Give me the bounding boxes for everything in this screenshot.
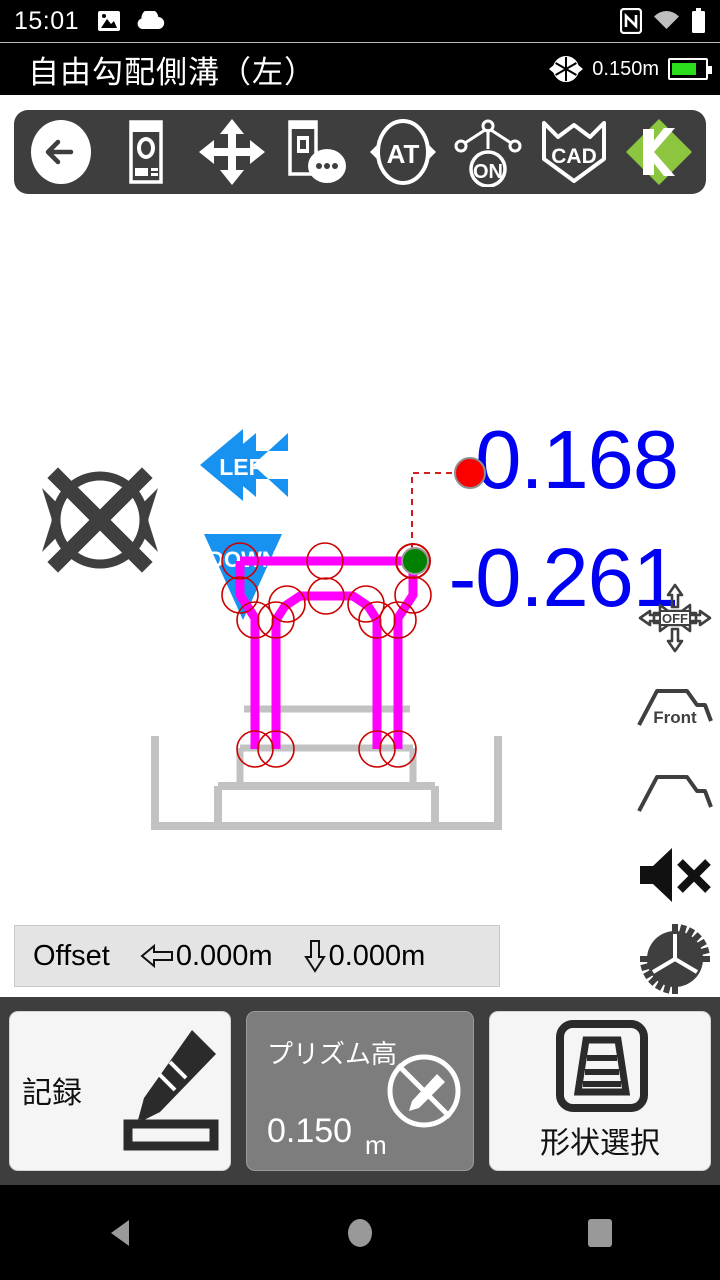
- nav-back-button[interactable]: [60, 1203, 180, 1263]
- side-tool-rail: OFF Front: [630, 580, 720, 1000]
- section-view-button[interactable]: [630, 760, 720, 822]
- bottom-action-bar: 記録 プリズム高 0.150 m 形状選択: [0, 997, 720, 1185]
- battery-icon: [692, 8, 705, 33]
- laser-on-button[interactable]: ON: [451, 115, 525, 189]
- status-time: 15:01: [14, 6, 80, 35]
- prism-height-button[interactable]: プリズム高 0.150 m: [246, 1011, 474, 1171]
- front-view-label: Front: [653, 708, 697, 727]
- wifi-icon: [654, 11, 679, 29]
- record-button[interactable]: 記録: [9, 1011, 231, 1171]
- kensetsu-logo-button[interactable]: [622, 115, 696, 189]
- instrument-dots-icon: [288, 120, 347, 183]
- cloud-icon: [137, 11, 165, 30]
- pan-move-button[interactable]: [195, 115, 269, 189]
- nav-home-button[interactable]: [300, 1203, 420, 1263]
- image-icon: [98, 11, 121, 31]
- nav-home-icon: [348, 1218, 372, 1247]
- auto-tracking-button[interactable]: AT: [366, 115, 440, 189]
- bedding-lines: [236, 705, 417, 786]
- app-title-bar: 自由勾配側溝（左） 0.150m: [0, 42, 720, 95]
- pencil-disabled-icon: [387, 1054, 461, 1128]
- prism-target-icon: [549, 56, 584, 82]
- total-station-icon: [129, 120, 163, 184]
- auto-pan-off-label: OFF: [662, 611, 688, 626]
- android-status-bar: 15:01: [0, 0, 720, 42]
- prism-height-value: 0.150m: [592, 57, 659, 80]
- cad-button[interactable]: CAD: [537, 115, 611, 189]
- four-way-off-icon: OFF: [638, 583, 712, 653]
- settings-button[interactable]: [630, 924, 720, 994]
- target-options-button[interactable]: [280, 115, 354, 189]
- offset-vertical: 0.000m: [303, 939, 426, 973]
- prism-height-value-field: 0.150: [267, 1112, 353, 1150]
- page-title: 自由勾配側溝（左）: [28, 54, 316, 91]
- at-label: AT: [386, 139, 419, 169]
- nav-recent-button[interactable]: [540, 1203, 660, 1263]
- auto-pan-off-button[interactable]: OFF: [630, 582, 720, 654]
- speaker-mute-icon: [640, 848, 711, 902]
- cad-label: CAD: [551, 145, 597, 168]
- on-label: ON: [473, 161, 503, 183]
- arrow-left-circle-icon: [30, 120, 91, 184]
- prism-height-label: プリズム高: [267, 1040, 398, 1070]
- title-bar-status: 0.150m: [549, 52, 712, 86]
- nav-back-icon: [111, 1219, 129, 1246]
- cad-cross-section-view[interactable]: [0, 448, 630, 918]
- status-system-icons: [620, 8, 706, 34]
- main-toolbar: AT ON CAD: [14, 110, 706, 194]
- shape-select-button[interactable]: 形状選択: [489, 1011, 711, 1171]
- laser-on-icon: ON: [454, 119, 522, 187]
- pencil-record-icon: [123, 1030, 219, 1151]
- device-battery-indicator: [668, 58, 712, 80]
- section-icon: [637, 775, 713, 812]
- record-label: 記録: [22, 1076, 82, 1111]
- status-notification-icons: [97, 10, 165, 32]
- arrow-left-offset-icon: [140, 943, 173, 969]
- prism-position-marker: [454, 457, 486, 489]
- front-view-button[interactable]: Front: [630, 674, 720, 736]
- gear-icon: [640, 924, 710, 994]
- prism-leader-line: [411, 472, 455, 560]
- section-front-icon: Front: [637, 689, 713, 727]
- four-way-arrows-icon: [198, 119, 265, 185]
- guidance-panel: LEFT DOWN 0.168 -0.261: [0, 200, 720, 620]
- shape-select-label: 形状選択: [540, 1126, 660, 1161]
- offset-horizontal-value: 0.000m: [175, 939, 273, 972]
- cad-shield-icon: CAD: [541, 121, 606, 183]
- nfc-icon: [620, 8, 642, 34]
- arrow-down-offset-icon: [303, 940, 326, 973]
- offset-label: Offset: [33, 939, 110, 972]
- offset-horizontal: 0.000m: [140, 940, 273, 973]
- offset-bar[interactable]: Offset 0.000m 0.000m: [14, 925, 500, 987]
- prism-height-unit: m: [365, 1130, 387, 1160]
- nav-recent-icon: [588, 1218, 612, 1247]
- app-root: 15:01 自由勾配側溝（左） 0.150m AT ON CAD LEFT DO…: [0, 0, 720, 1280]
- sound-mute-button[interactable]: [630, 842, 720, 908]
- android-nav-bar: [0, 1185, 720, 1280]
- design-section-polyline: [235, 556, 418, 749]
- trapezoid-shape-icon: [556, 1020, 648, 1112]
- k-diamond-logo-icon: [626, 119, 693, 185]
- back-button[interactable]: [24, 115, 98, 189]
- current-design-point: [395, 543, 431, 579]
- instrument-button[interactable]: [109, 115, 183, 189]
- offset-vertical-value: 0.000m: [328, 939, 426, 972]
- at-oval-icon: AT: [369, 119, 436, 185]
